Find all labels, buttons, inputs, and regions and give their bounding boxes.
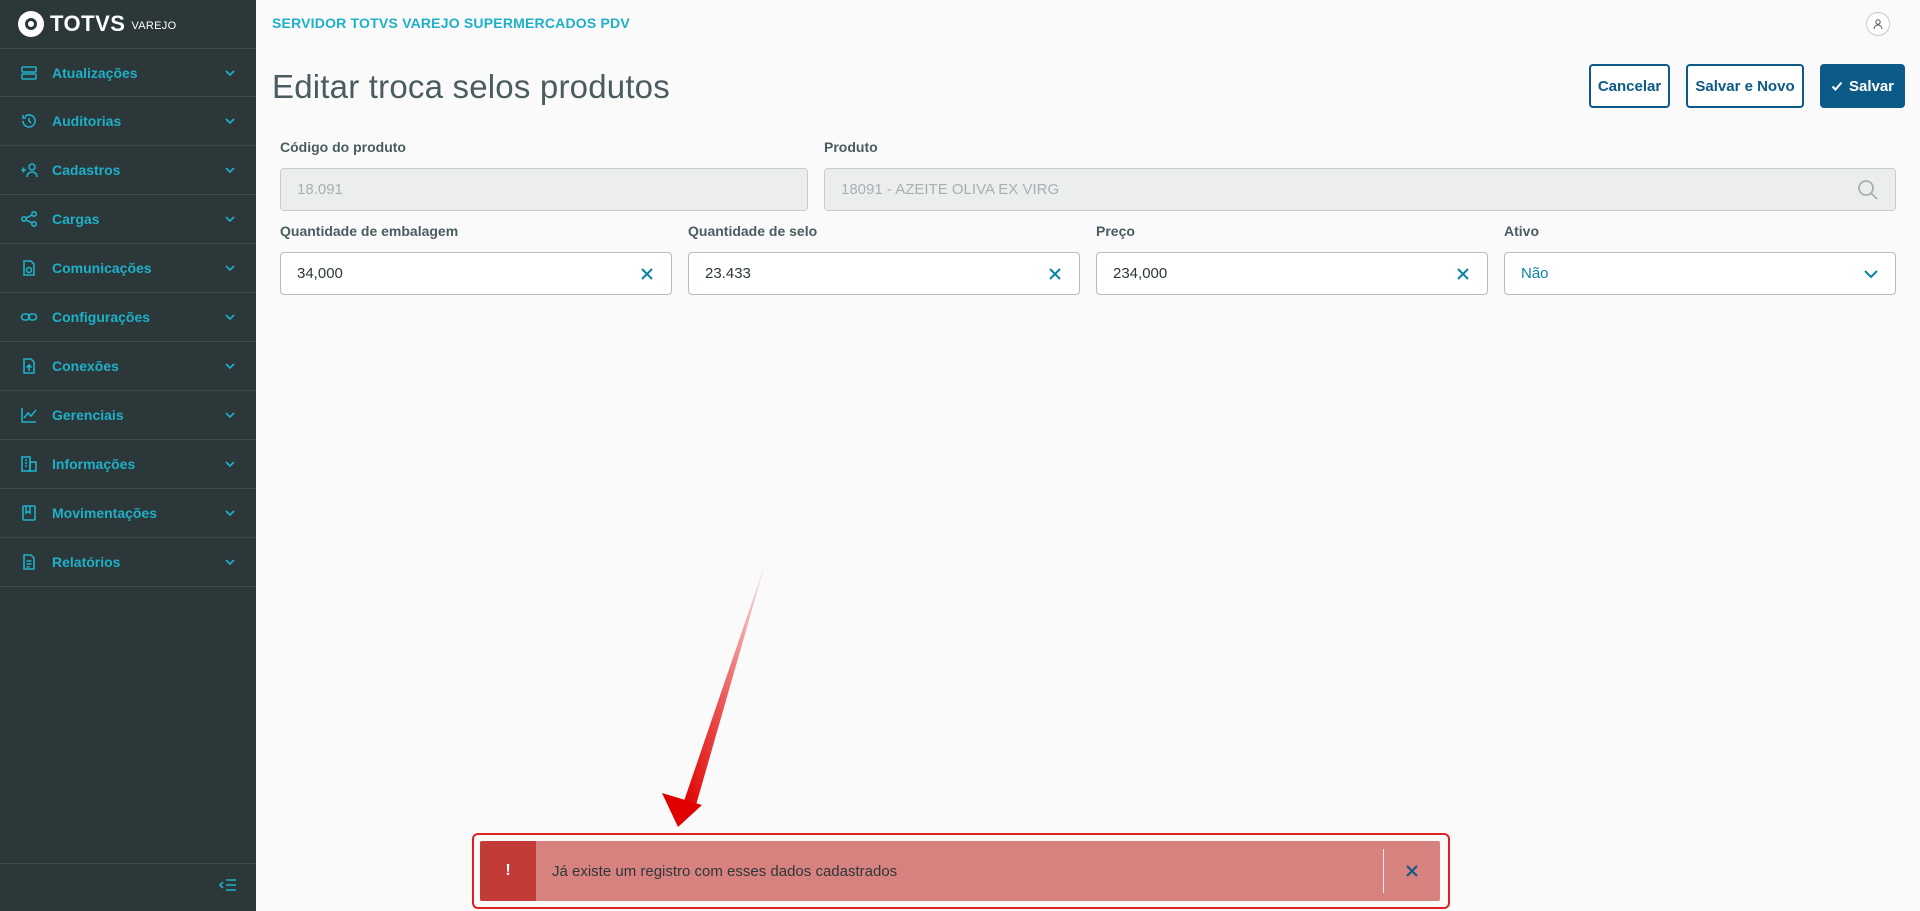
ativo-label: Ativo — [1504, 223, 1539, 239]
save-and-new-button[interactable]: Salvar e Novo — [1686, 64, 1804, 108]
check-icon — [1831, 81, 1843, 91]
ativo-value: Não — [1521, 265, 1549, 282]
chevron-down-icon — [225, 412, 235, 419]
preco-input[interactable]: 234,000 — [1096, 252, 1488, 295]
sidebar-item-movimentacoes[interactable]: Movimentações — [0, 489, 256, 538]
toast-divider — [1383, 849, 1384, 893]
chevron-down-icon — [225, 314, 235, 321]
book-icon — [20, 504, 38, 522]
alert-icon: ! — [480, 841, 536, 901]
brand-logo[interactable]: TOTVS VAREJO — [0, 0, 256, 48]
sidebar-item-atualizacoes[interactable]: Atualizações — [0, 48, 256, 97]
error-toast: ! Já existe um registro com esses dados … — [480, 841, 1440, 901]
sidebar-footer — [0, 863, 256, 911]
history-icon — [20, 112, 38, 130]
sidebar-item-label: Gerenciais — [52, 407, 124, 423]
clear-icon[interactable] — [1047, 266, 1063, 282]
totvs-logo-icon — [18, 11, 44, 37]
file-text-icon — [20, 553, 38, 571]
logo-subtext: VAREJO — [131, 20, 177, 32]
preco-label: Preço — [1096, 223, 1135, 239]
user-avatar-icon[interactable] — [1866, 12, 1890, 36]
cancel-button[interactable]: Cancelar — [1589, 64, 1670, 108]
qtd-selo-value: 23.433 — [705, 265, 751, 282]
sidebar-item-label: Comunicações — [52, 260, 152, 276]
chart-icon — [20, 406, 38, 424]
codigo-field: 18.091 — [280, 168, 808, 211]
clear-icon[interactable] — [639, 266, 655, 282]
sidebar-item-label: Relatórios — [52, 554, 121, 570]
document-upload-icon — [20, 357, 38, 375]
sidebar-item-label: Auditorias — [52, 113, 122, 129]
sidebar-item-cargas[interactable]: Cargas — [0, 195, 256, 244]
link-icon — [20, 308, 38, 326]
sidebar-menu: Atualizações Auditorias Cadastros Cargas… — [0, 48, 256, 587]
sidebar-item-label: Informações — [52, 456, 136, 472]
qtd-selo-input[interactable]: 23.433 — [688, 252, 1080, 295]
chevron-down-icon — [225, 118, 235, 125]
chevron-down-icon — [225, 216, 235, 223]
sidebar-item-label: Conexões — [52, 358, 119, 374]
collapse-menu-icon[interactable] — [218, 877, 238, 898]
save-button[interactable]: Salvar — [1820, 64, 1905, 108]
chevron-down-icon — [225, 559, 235, 566]
produto-field: 18091 - AZEITE OLIVA EX VIRG — [824, 168, 1896, 211]
clear-icon[interactable] — [1455, 266, 1471, 282]
sidebar-item-relatorios[interactable]: Relatórios — [0, 538, 256, 587]
chevron-down-icon — [225, 510, 235, 517]
page-title: Editar troca selos produtos — [272, 68, 670, 105]
chevron-down-icon — [1864, 269, 1878, 278]
sidebar-item-gerenciais[interactable]: Gerenciais — [0, 391, 256, 440]
chevron-down-icon — [225, 69, 235, 76]
produto-value: 18091 - AZEITE OLIVA EX VIRG — [841, 181, 1060, 198]
qtd-embalagem-input[interactable]: 34,000 — [280, 252, 672, 295]
codigo-label: Código do produto — [280, 139, 406, 155]
add-user-icon — [20, 161, 38, 179]
toast-close-button[interactable] — [1384, 841, 1440, 901]
ativo-select[interactable]: Não — [1504, 252, 1896, 295]
chevron-down-icon — [225, 363, 235, 370]
chevron-down-icon — [225, 265, 235, 272]
server-icon — [20, 64, 38, 82]
codigo-value: 18.091 — [297, 181, 343, 198]
logo-text: TOTVS — [50, 11, 126, 36]
qtd-selo-label: Quantidade de selo — [688, 223, 818, 239]
sidebar-item-conexoes[interactable]: Conexões — [0, 342, 256, 391]
chevron-down-icon — [225, 461, 235, 468]
preco-value: 234,000 — [1113, 265, 1168, 282]
sidebar-item-comunicacoes[interactable]: Comunicações — [0, 244, 256, 293]
sidebar-item-label: Movimentações — [52, 505, 158, 521]
sidebar-item-label: Atualizações — [52, 64, 138, 81]
sidebar-item-auditorias[interactable]: Auditorias — [0, 97, 256, 146]
sidebar: TOTVS VAREJO Atualizações Auditorias Cad… — [0, 0, 256, 911]
qtd-embalagem-label: Quantidade de embalagem — [280, 223, 459, 239]
top-bar: SERVIDOR TOTVS VAREJO SUPERMERCADOS PDV — [256, 0, 1920, 46]
app-title: SERVIDOR TOTVS VAREJO SUPERMERCADOS PDV — [272, 15, 630, 31]
sidebar-item-label: Cargas — [52, 211, 100, 227]
share-icon — [20, 210, 38, 228]
produto-label: Produto — [824, 139, 878, 155]
sidebar-item-label: Configurações — [52, 309, 151, 325]
sidebar-item-label: Cadastros — [52, 162, 121, 178]
search-icon[interactable] — [1857, 179, 1879, 201]
document-sync-icon — [20, 259, 38, 277]
save-button-label: Salvar — [1848, 77, 1895, 95]
sidebar-item-cadastros[interactable]: Cadastros — [0, 146, 256, 195]
qtd-embalagem-value: 34,000 — [297, 265, 343, 282]
annotation-arrow — [662, 561, 766, 827]
toast-message: Já existe um registro com esses dados ca… — [552, 862, 898, 880]
sidebar-item-configuracoes[interactable]: Configurações — [0, 293, 256, 342]
building-icon — [20, 455, 38, 473]
sidebar-item-informacoes[interactable]: Informações — [0, 440, 256, 489]
close-icon — [1406, 865, 1418, 877]
chevron-down-icon — [225, 167, 235, 174]
